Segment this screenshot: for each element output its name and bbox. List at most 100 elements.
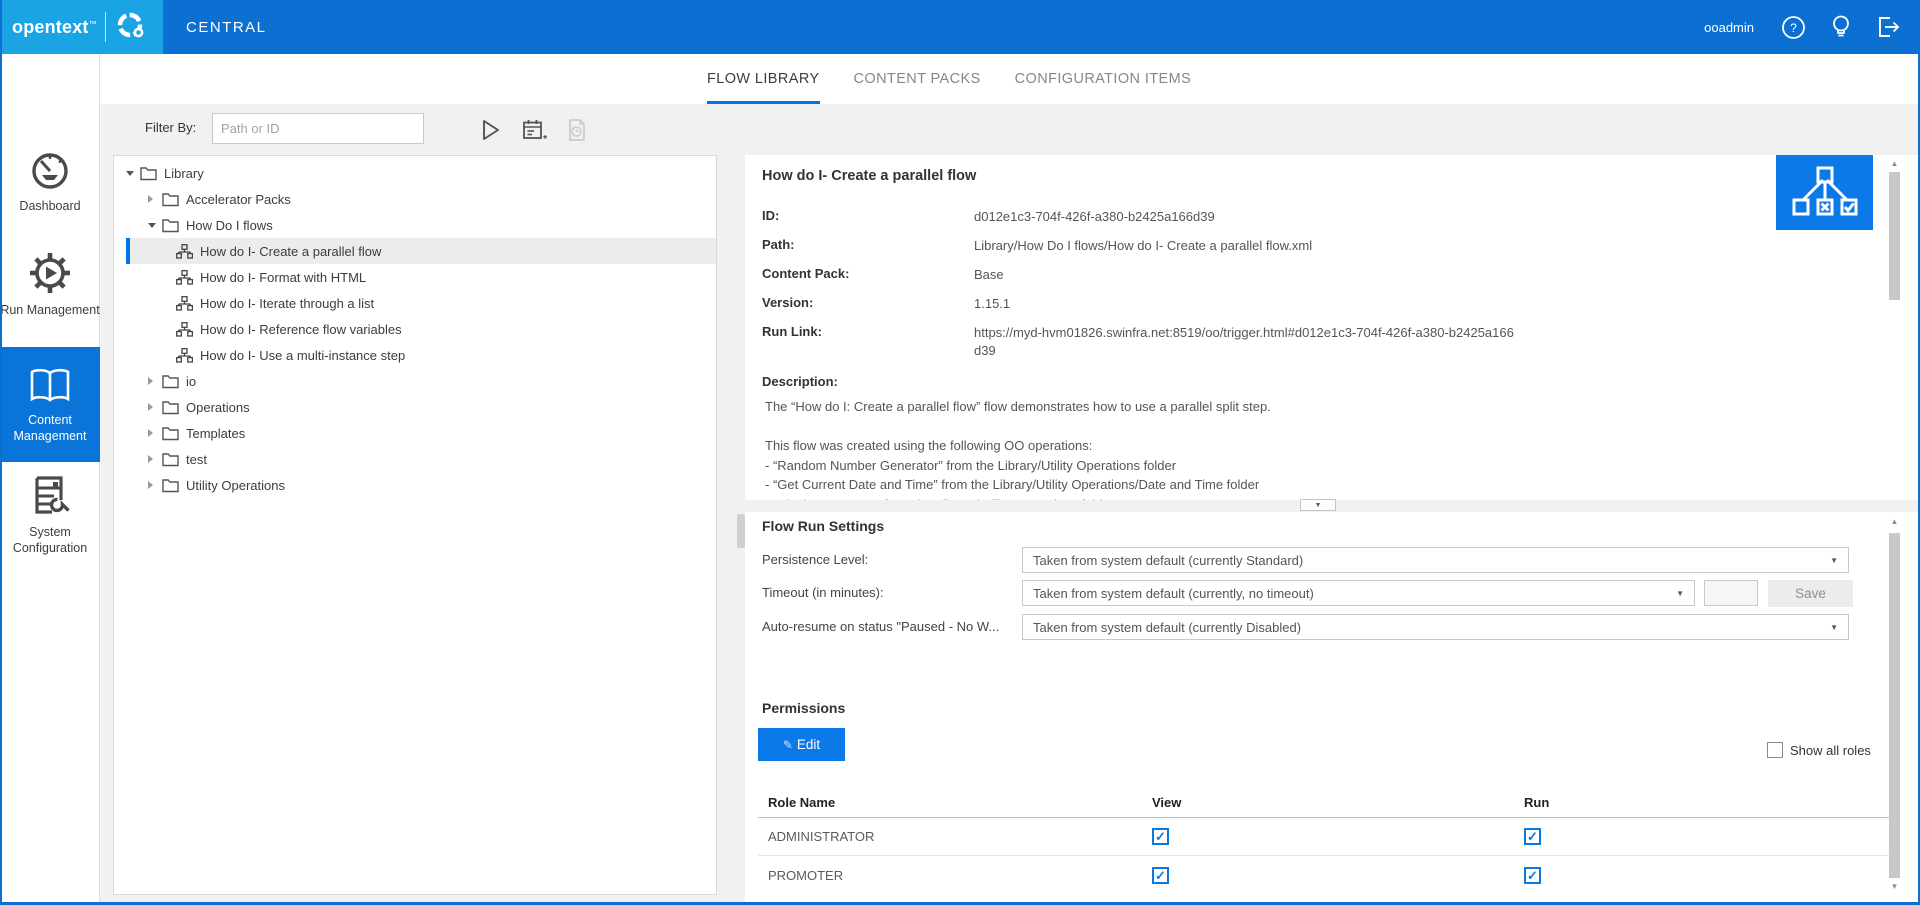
- edit-permissions-button[interactable]: ✎ Edit: [758, 728, 845, 761]
- check-icon: ✓: [1155, 830, 1166, 843]
- trademark-symbol: ™: [89, 19, 97, 28]
- tree-item-operations[interactable]: Operations: [126, 394, 716, 420]
- sidebar-item-dashboard[interactable]: Dashboard: [0, 150, 100, 215]
- chevron-right-icon[interactable]: [148, 481, 162, 489]
- run-checkbox-checked[interactable]: ✓: [1524, 867, 1541, 884]
- sidebar-item-system-configuration[interactable]: System Configuration: [0, 474, 100, 556]
- tree-item-label: Templates: [186, 426, 245, 441]
- run-flow-icon[interactable]: [478, 117, 504, 143]
- folder-icon: [162, 374, 179, 389]
- header-actions: ooadmin ?: [1704, 0, 1902, 54]
- show-all-roles-control[interactable]: Show all roles: [1767, 742, 1871, 758]
- view-checkbox-checked[interactable]: ✓: [1152, 867, 1169, 884]
- auto-resume-select[interactable]: Taken from system default (currently Dis…: [1022, 614, 1849, 640]
- help-icon[interactable]: ?: [1780, 14, 1806, 40]
- pencil-icon: ✎: [783, 738, 793, 752]
- product-title: CENTRAL: [186, 0, 267, 54]
- field-value-content-pack: Base: [974, 266, 1519, 284]
- chevron-right-icon[interactable]: [148, 403, 162, 411]
- tree-item-label: How do I- Create a parallel flow: [200, 244, 381, 259]
- tree-item-io[interactable]: io: [126, 368, 716, 394]
- filter-input[interactable]: [212, 113, 424, 144]
- field-value-id: d012e1c3-704f-426f-a380-b2425a166d39: [974, 208, 1519, 226]
- select-value: Taken from system default (currently, no…: [1033, 586, 1668, 601]
- field-label: Content Pack:: [762, 266, 974, 284]
- splitter-grip[interactable]: [737, 514, 745, 548]
- system-configuration-wrench-icon: [0, 474, 100, 518]
- sidebar-item-content-management[interactable]: Content Management: [0, 347, 100, 462]
- tree-item-format-with-html[interactable]: How do I- Format with HTML: [126, 264, 716, 290]
- chevron-right-icon[interactable]: [148, 195, 162, 203]
- role-name: ADMINISTRATOR: [758, 829, 1142, 844]
- tree-item-how-do-i-flows[interactable]: How Do I flows: [126, 212, 716, 238]
- flow-details-panel: How do I- Create a parallel flow ID: d01…: [745, 155, 1918, 500]
- username: ooadmin: [1704, 20, 1754, 35]
- lightbulb-icon[interactable]: [1828, 14, 1854, 40]
- flow-icon: [176, 322, 193, 337]
- section-collapse-handle[interactable]: ▼: [1300, 499, 1336, 511]
- chevron-down-icon[interactable]: [148, 223, 162, 228]
- app-window: opentext™ CENTRAL ooadmin ?: [0, 0, 1920, 905]
- check-icon: ✓: [1527, 830, 1538, 843]
- tab-configuration-items[interactable]: CONFIGURATION ITEMS: [1015, 54, 1192, 104]
- schedule-icon[interactable]: *: [520, 117, 546, 143]
- sidebar-item-run-management[interactable]: Run Management: [0, 250, 100, 319]
- tree-item-label: Library: [164, 166, 204, 181]
- chevron-right-icon[interactable]: [148, 429, 162, 437]
- sidebar-item-label: Content Management: [0, 413, 100, 444]
- chevron-right-icon[interactable]: [148, 377, 162, 385]
- auto-resume-row: Auto-resume on status "Paused - No W... …: [762, 614, 1890, 640]
- chevron-down-icon[interactable]: [126, 171, 140, 176]
- tree-item-label: io: [186, 374, 196, 389]
- tabs-bar: FLOW LIBRARY CONTENT PACKS CONFIGURATION…: [100, 54, 1920, 104]
- timeout-minutes-input[interactable]: [1704, 580, 1758, 606]
- content-management-book-icon: [0, 366, 100, 406]
- scroll-up-arrow[interactable]: ▲: [1888, 157, 1901, 170]
- column-role-name: Role Name: [758, 795, 1142, 810]
- tree-item-utility-operations[interactable]: Utility Operations: [126, 472, 716, 498]
- flow-icon: [176, 270, 193, 285]
- scrollbar-thumb[interactable]: [1889, 533, 1900, 878]
- tree-item-iterate-through-list[interactable]: How do I- Iterate through a list: [126, 290, 716, 316]
- tree-item-reference-flow-variables[interactable]: How do I- Reference flow variables: [126, 316, 716, 342]
- check-icon: ✓: [1527, 869, 1538, 882]
- description-label: Description:: [762, 374, 1898, 389]
- tree-item-library[interactable]: Library: [126, 160, 716, 186]
- field-label: ID:: [762, 208, 974, 226]
- table-row-administrator: ADMINISTRATOR ✓ ✓: [758, 818, 1890, 856]
- show-all-roles-checkbox[interactable]: [1767, 742, 1783, 758]
- view-checkbox-checked[interactable]: ✓: [1152, 828, 1169, 845]
- run-checkbox-checked[interactable]: ✓: [1524, 828, 1541, 845]
- description-line: The “How do I: Create a parallel flow” f…: [762, 397, 1898, 417]
- edit-button-label: Edit: [797, 737, 820, 752]
- persistence-level-select[interactable]: Taken from system default (currently Sta…: [1022, 547, 1849, 573]
- scroll-up-arrow[interactable]: ▲: [1888, 515, 1901, 528]
- run-management-gear-icon: [0, 250, 100, 296]
- flow-icon: [176, 296, 193, 311]
- tree-item-use-multi-instance-step[interactable]: How do I- Use a multi-instance step: [126, 342, 716, 368]
- description-line: - “Random Number Generator” from the Lib…: [762, 456, 1898, 476]
- tree-item-create-parallel-flow[interactable]: How do I- Create a parallel flow: [126, 238, 716, 264]
- select-value: Taken from system default (currently Sta…: [1033, 553, 1822, 568]
- tree-item-label: How Do I flows: [186, 218, 273, 233]
- select-value: Taken from system default (currently Dis…: [1033, 620, 1822, 635]
- tab-flow-library[interactable]: FLOW LIBRARY: [707, 54, 820, 104]
- field-value-run-link: https://myd-hvm01826.swinfra.net:8519/oo…: [974, 324, 1519, 360]
- scroll-down-arrow[interactable]: ▼: [1888, 880, 1901, 893]
- tab-content-packs[interactable]: CONTENT PACKS: [854, 54, 981, 104]
- folder-icon: [162, 478, 179, 493]
- chevron-right-icon[interactable]: [148, 455, 162, 463]
- tree-item-templates[interactable]: Templates: [126, 420, 716, 446]
- logout-icon[interactable]: [1876, 14, 1902, 40]
- tree-item-accelerator-packs[interactable]: Accelerator Packs: [126, 186, 716, 212]
- description-line: - “Get Current Date and Time” from the L…: [762, 475, 1898, 495]
- scrollbar-thumb[interactable]: [1889, 172, 1900, 300]
- details-scrollbar[interactable]: ▲: [1888, 157, 1901, 500]
- settings-scrollbar[interactable]: ▲ ▼: [1888, 515, 1901, 897]
- save-button[interactable]: Save: [1768, 580, 1853, 607]
- tree-item-label: How do I- Format with HTML: [200, 270, 366, 285]
- timeout-select[interactable]: Taken from system default (currently, no…: [1022, 580, 1695, 606]
- tree-item-test[interactable]: test: [126, 446, 716, 472]
- chevron-down-icon: ▼: [1830, 556, 1838, 565]
- svg-text:?: ?: [1790, 21, 1797, 35]
